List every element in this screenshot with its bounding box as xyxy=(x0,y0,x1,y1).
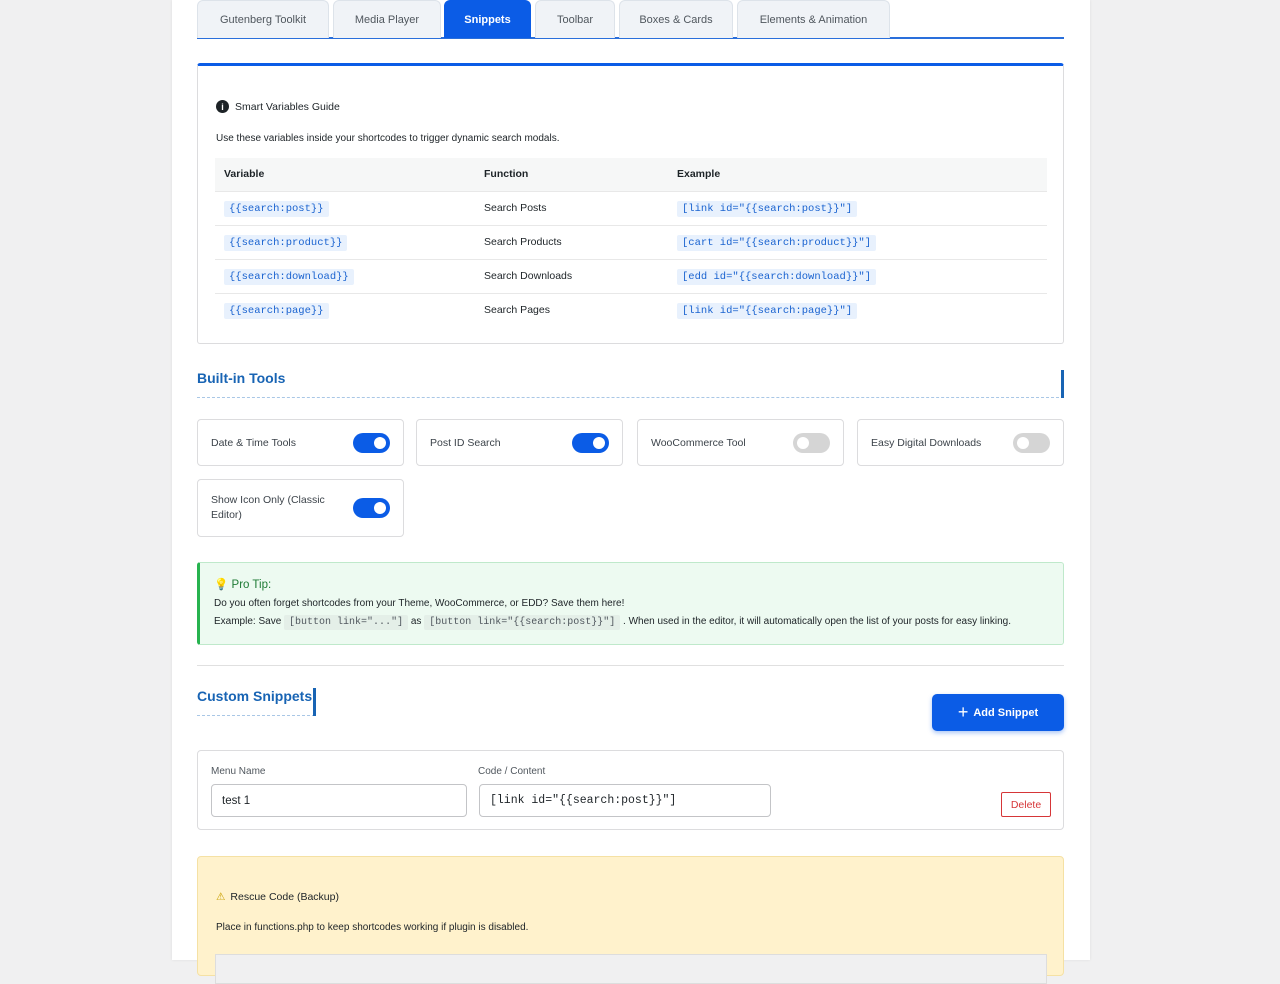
tool-card-icon-only: Show Icon Only (Classic Editor) xyxy=(197,479,404,537)
tip-code: [button link="{{search:post}}"] xyxy=(424,615,621,630)
toggle-date-time[interactable] xyxy=(353,432,390,453)
column-header: Variable xyxy=(215,158,475,191)
divider xyxy=(197,665,1064,666)
tool-card-woocommerce: WooCommerce Tool xyxy=(637,419,844,466)
tab-elements-animation[interactable]: Elements & Animation xyxy=(737,0,890,38)
variable-code: {{search:page}} xyxy=(224,302,329,319)
divider xyxy=(197,715,315,716)
custom-snippets-heading: Custom Snippets xyxy=(197,688,313,704)
function-cell: Search Products xyxy=(475,224,668,259)
table-row: {{search:page}} Search Pages [link id="{{s… xyxy=(215,292,1047,327)
tool-label: Easy Digital Downloads xyxy=(871,436,982,449)
pro-tip: 💡 Pro Tip: Do you often forget shortcode… xyxy=(197,562,1064,645)
table-row: {{search:product}} Search Products [cart i… xyxy=(215,224,1047,259)
tool-label: WooCommerce Tool xyxy=(651,436,746,449)
function-cell: Search Downloads xyxy=(475,258,668,293)
rescue-title: Rescue Code (Backup) xyxy=(230,891,339,903)
tool-card-post-id: Post ID Search xyxy=(416,419,623,466)
code-input[interactable]: [link id="{{search:post}}"] xyxy=(479,784,771,817)
tab-snippets[interactable]: Snippets xyxy=(444,0,531,38)
smart-variables-guide: i Smart Variables Guide Use these variabl… xyxy=(197,63,1064,344)
tool-label: Date & Time Tools xyxy=(211,436,297,449)
variable-code: {{search:post}} xyxy=(224,200,329,217)
tip-text: . When used in the editor, it will autom… xyxy=(623,616,1011,627)
tab-gutenberg-toolkit[interactable]: Gutenberg Toolkit xyxy=(197,0,329,38)
tool-label: Show Icon Only (Classic Editor) xyxy=(211,494,325,521)
toggle-post-id-search[interactable] xyxy=(572,432,609,453)
toggle-woocommerce[interactable] xyxy=(793,432,830,453)
tool-label: Post ID Search xyxy=(430,436,501,449)
variable-code: {{search:download}} xyxy=(224,268,354,285)
rescue-code-textarea[interactable] xyxy=(215,954,1047,984)
info-icon: i xyxy=(216,100,229,113)
function-cell: Search Pages xyxy=(475,292,668,327)
table-row: {{search:download}} Search Downloads [edd … xyxy=(215,258,1047,293)
settings-panel: Gutenberg Toolkit Media Player Snippets … xyxy=(172,0,1090,984)
menu-name-input[interactable]: test 1 xyxy=(211,784,467,817)
column-header: Function xyxy=(475,158,668,191)
plus-icon: + xyxy=(957,702,969,722)
button-label: Add Snippet xyxy=(973,706,1039,719)
tab-bar: Gutenberg Toolkit Media Player Snippets … xyxy=(197,0,1064,39)
builtin-tools-heading: Built-in Tools xyxy=(197,370,286,386)
delete-button[interactable]: Delete xyxy=(1001,792,1051,817)
tip-example: Example: Save [button link="..."] as [bu… xyxy=(214,613,1049,632)
guide-title: Smart Variables Guide xyxy=(235,100,340,113)
tip-text: Example: Save xyxy=(214,616,282,627)
variable-code: {{search:product}} xyxy=(224,234,348,251)
tool-card-date-time: Date & Time Tools xyxy=(197,419,404,466)
tip-text: as xyxy=(410,616,422,627)
tip-text: Do you often forget shortcodes from your… xyxy=(214,598,625,609)
tab-media-player[interactable]: Media Player xyxy=(333,0,441,38)
example-code: [cart id="{{search:product}}"] xyxy=(677,234,877,251)
tab-toolbar[interactable]: Toolbar xyxy=(535,0,615,38)
lightbulb-icon: 💡 xyxy=(214,579,229,591)
divider xyxy=(197,397,1064,398)
example-code: [link id="{{search:page}}"] xyxy=(677,302,858,319)
rescue-description: Place in functions.php to keep shortcode… xyxy=(216,922,529,933)
toggle-edd[interactable] xyxy=(1013,432,1050,453)
table-row: {{search:post}} Search Posts [link id="{{s… xyxy=(215,190,1047,225)
example-code: [edd id="{{search:download}}"] xyxy=(677,268,877,285)
warning-icon: ⚠ xyxy=(216,891,226,903)
column-header: Example xyxy=(668,158,1047,191)
add-snippet-button[interactable]: + Add Snippet xyxy=(932,694,1064,731)
menu-name-label: Menu Name xyxy=(211,766,266,777)
toggle-icon-only[interactable] xyxy=(353,498,390,518)
example-code: [link id="{{search:post}}"] xyxy=(677,200,858,217)
code-label: Code / Content xyxy=(478,766,546,777)
tip-code: [button link="..."] xyxy=(284,615,409,630)
function-cell: Search Posts xyxy=(475,190,668,225)
variables-table: Variable Function Example {{search:post}} S… xyxy=(215,158,1047,327)
guide-description: Use these variables inside your shortcod… xyxy=(216,133,560,144)
tip-title: Pro Tip: xyxy=(231,579,272,591)
accent-bar xyxy=(1061,370,1064,398)
accent-bar xyxy=(313,688,316,716)
snippet-row: Menu Name Code / Content test 1 [link id… xyxy=(197,750,1064,830)
rescue-code-box: ⚠ Rescue Code (Backup) Place in functions… xyxy=(197,856,1064,984)
tool-card-edd: Easy Digital Downloads xyxy=(857,419,1064,466)
tab-boxes-cards[interactable]: Boxes & Cards xyxy=(619,0,733,38)
